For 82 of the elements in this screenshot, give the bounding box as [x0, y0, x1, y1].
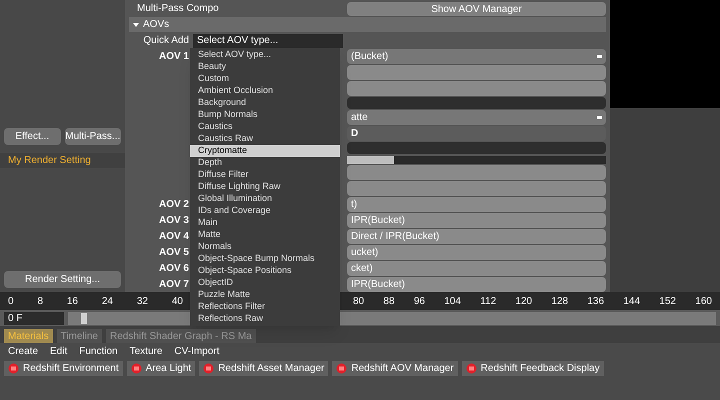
ruler-tick-label: 24	[102, 294, 113, 308]
panel-button[interactable]: Effect...	[4, 128, 60, 145]
menu-option[interactable]: Normals	[190, 241, 340, 253]
aov-label: AOV 1	[158, 50, 189, 64]
render-setting-item[interactable]: My Render Setting	[0, 153, 125, 168]
toolbar-button[interactable]: Redshift AOV Manager	[332, 360, 458, 376]
panel-title: Multi-Pass Compo	[136, 2, 220, 16]
menu-option[interactable]: Select AOV type...	[190, 49, 340, 61]
light-icon	[336, 362, 348, 374]
ruler-tick-label: 88	[383, 294, 395, 308]
light-icon	[130, 362, 142, 374]
render-setting-button[interactable]: Render Setting...	[4, 271, 121, 288]
aov-label: AOV 4	[158, 230, 189, 244]
menu-option[interactable]: Cryptomatte	[190, 145, 340, 157]
slider-handle[interactable]	[80, 312, 87, 324]
menu-option[interactable]: Caustics Raw	[190, 133, 340, 145]
toolbar-button[interactable]: Redshift Feedback Display	[462, 360, 604, 376]
menu-item[interactable]: Texture	[130, 344, 162, 358]
menu-option[interactable]: Ambient Occlusion	[190, 85, 340, 97]
ruler-tick-label: 104	[444, 294, 461, 308]
toolbar-button[interactable]: Redshift Asset Manager	[199, 360, 328, 376]
light-icon	[203, 362, 214, 374]
aov-label: AOV 5	[158, 246, 189, 260]
ruler-tick-label: 32	[136, 294, 148, 308]
menu-item[interactable]: Create	[8, 344, 38, 358]
menu-item[interactable]: Edit	[50, 344, 68, 358]
aov-label: AOV 2	[158, 198, 189, 212]
ruler-tick-label: 120	[515, 294, 532, 308]
menu-option[interactable]: Diffuse Lighting Raw	[190, 181, 340, 193]
menu-option[interactable]: Puzzle Matte	[190, 289, 340, 301]
menu-option[interactable]: Diffuse Filter	[190, 169, 340, 181]
menu-option[interactable]: ObjectID	[190, 277, 340, 289]
slider-track[interactable]	[347, 156, 606, 164]
menu-option[interactable]: Custom	[190, 73, 340, 85]
menu-option[interactable]: Beauty	[190, 61, 340, 73]
ruler-tick-label: 152	[659, 294, 676, 308]
menu-option[interactable]: Matte	[190, 229, 340, 241]
menu-option[interactable]: Object-Space Positions	[190, 265, 340, 277]
menu-option[interactable]: Depth	[190, 157, 340, 169]
ruler-tick-label: 136	[587, 294, 604, 308]
quick-add-label: Quick Add	[142, 34, 189, 48]
ruler-tick-label: 80	[353, 294, 364, 308]
input-field[interactable]	[347, 165, 606, 180]
section-header[interactable]: AOVs	[129, 17, 606, 32]
ruler-tick-label: 16	[66, 294, 78, 308]
menu-option[interactable]: Reflections Raw	[190, 313, 340, 325]
ruler-tick-label: 0	[8, 294, 14, 308]
ruler-tick-label: 112	[480, 294, 496, 308]
dropdown-field[interactable]: atte	[347, 110, 606, 125]
menu-option[interactable]: IDs and Coverage	[190, 205, 340, 217]
light-icon	[8, 362, 19, 374]
ruler-tick-label: 144	[623, 294, 640, 308]
aov-label: AOV 7	[158, 278, 189, 292]
menu-option[interactable]: Main	[190, 217, 340, 229]
frame-field[interactable]: 0 F	[4, 312, 64, 324]
input-field[interactable]	[347, 65, 606, 80]
menu-option[interactable]: Caustics	[190, 121, 340, 133]
menu-option[interactable]: Bump Normals	[190, 109, 340, 121]
menu-item[interactable]: CV-Import	[174, 344, 220, 358]
show-aov-manager-button[interactable]: Show AOV Manager	[347, 2, 606, 16]
aov-label: AOV 6	[158, 262, 189, 276]
menu-option[interactable]: Reflections Filter	[190, 301, 340, 313]
aov-type-dropdown[interactable]: Select AOV type...	[193, 34, 343, 48]
ruler-tick-label: 96	[414, 294, 425, 308]
input-field[interactable]	[347, 81, 606, 96]
section-title: AOVs	[143, 18, 170, 32]
toolbar-button[interactable]: Redshift Environment	[4, 360, 123, 376]
menu-option[interactable]: Object-Space Bump Normals	[190, 253, 340, 265]
panel-button[interactable]: Multi-Pass...	[64, 128, 121, 145]
menu-item[interactable]: Function	[79, 344, 118, 358]
input-field[interactable]: D	[347, 126, 606, 141]
ruler-tick-label: 128	[551, 294, 568, 308]
menu-option[interactable]: Background	[190, 97, 340, 109]
ruler-tick-label: 160	[695, 294, 712, 308]
menu-option[interactable]: Global Illumination	[190, 193, 340, 205]
toolbar-button[interactable]: Area Light	[126, 360, 196, 376]
dropdown-field[interactable]: (Bucket)	[347, 49, 606, 64]
light-icon	[466, 362, 477, 374]
ruler-tick-label: 8	[37, 294, 43, 308]
aov-label: AOV 3	[158, 214, 189, 228]
input-field[interactable]	[347, 181, 606, 196]
ruler-tick-label: 40	[172, 294, 183, 308]
